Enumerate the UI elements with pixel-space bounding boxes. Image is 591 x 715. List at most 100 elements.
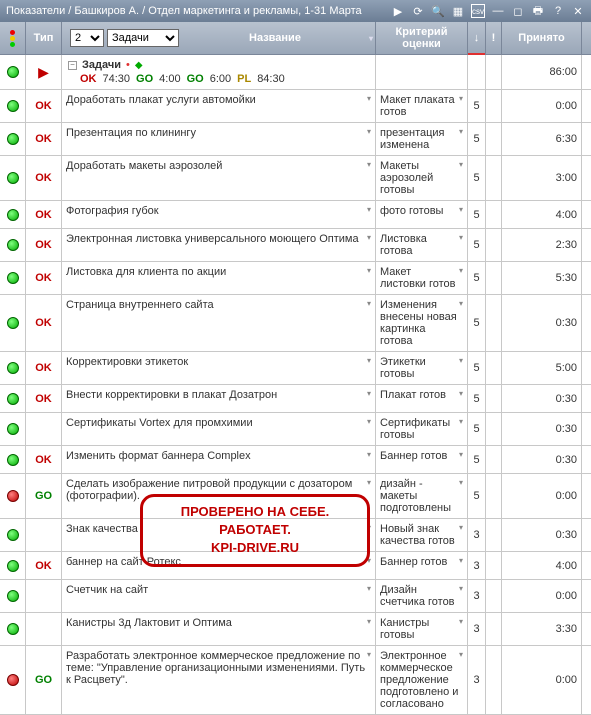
chevron-down-icon[interactable]: ▾	[367, 584, 371, 593]
cell-name[interactable]: Канистры 3д Лактовит и Оптима▾	[62, 613, 376, 645]
chevron-down-icon[interactable]: ▾	[459, 299, 463, 308]
category-select[interactable]: Задачи	[107, 29, 179, 47]
cell-crit[interactable]: Электронное коммерческое предложение под…	[376, 646, 468, 714]
header-excl[interactable]: !	[486, 22, 502, 54]
table-row[interactable]: OKФотография губок▾фото готовы▾54:00	[0, 201, 591, 229]
cell-name[interactable]: Счетчик на сайт▾	[62, 580, 376, 612]
sort-icon[interactable]: ▾	[369, 34, 373, 43]
chevron-down-icon[interactable]: ▾	[459, 160, 463, 169]
play-icon[interactable]: ▶	[391, 4, 405, 18]
cell-name[interactable]: −Задачи•◆OK74:30GO4:00GO6:00PL84:30	[62, 55, 376, 89]
chevron-down-icon[interactable]: ▾	[459, 617, 463, 626]
chevron-down-icon[interactable]: ▾	[459, 266, 463, 275]
chevron-down-icon[interactable]: ▾	[459, 205, 463, 214]
header-type[interactable]: Тип	[26, 22, 62, 54]
cell-name[interactable]: Корректировки этикеток▾	[62, 352, 376, 384]
cell-crit[interactable]: Плакат готов▾	[376, 385, 468, 412]
chevron-down-icon[interactable]: ▾	[367, 356, 371, 365]
table-row[interactable]: OKДоработать макеты аэрозолей▾Макеты аэр…	[0, 156, 591, 201]
window-icon[interactable]: ◻	[511, 4, 525, 18]
cell-name[interactable]: Презентация по клинингу▾	[62, 123, 376, 155]
chevron-down-icon[interactable]: ▾	[459, 478, 463, 487]
chevron-down-icon[interactable]: ▾	[459, 450, 463, 459]
cell-name[interactable]: Фотография губок▾	[62, 201, 376, 228]
chevron-down-icon[interactable]: ▾	[367, 617, 371, 626]
collapse-icon[interactable]: −	[68, 61, 77, 70]
chevron-down-icon[interactable]: ▾	[459, 650, 463, 659]
chevron-down-icon[interactable]: ▾	[367, 389, 371, 398]
cell-crit[interactable]: презентация изменена▾	[376, 123, 468, 155]
chevron-down-icon[interactable]: ▾	[367, 233, 371, 242]
table-row[interactable]: OKбаннер на сайт Ротекс▾Баннер готов▾34:…	[0, 552, 591, 580]
cell-name[interactable]: Внести корректировки в плакат Дозатрон▾	[62, 385, 376, 412]
chevron-down-icon[interactable]: ▾	[367, 556, 371, 565]
print-icon[interactable]: 🖶	[531, 4, 545, 18]
play-icon[interactable]: ▶	[38, 65, 49, 79]
chevron-down-icon[interactable]: ▾	[459, 417, 463, 426]
cell-name[interactable]: Сделать изображение питровой продукции с…	[62, 474, 376, 518]
cell-name[interactable]: Электронная листовка универсального моющ…	[62, 229, 376, 261]
table-row[interactable]: OKСтраница внутреннего сайта▾Изменения в…	[0, 295, 591, 352]
header-name-label[interactable]: Название	[183, 32, 367, 44]
chevron-down-icon[interactable]: ▾	[367, 478, 371, 487]
chevron-down-icon[interactable]: ▾	[459, 356, 463, 365]
chevron-down-icon[interactable]: ▾	[459, 127, 463, 136]
chevron-down-icon[interactable]: ▾	[367, 450, 371, 459]
cell-crit[interactable]: Макет листовки готов▾	[376, 262, 468, 294]
table-row[interactable]: Сертификаты Vortex для промхимии▾Сертифи…	[0, 413, 591, 446]
cell-crit[interactable]: Канистры готовы▾	[376, 613, 468, 645]
cell-name[interactable]: Знак качества▾	[62, 519, 376, 551]
cell-crit[interactable]: фото готовы▾	[376, 201, 468, 228]
refresh-icon[interactable]: ⟳	[411, 4, 425, 18]
cell-crit[interactable]: Макеты аэрозолей готовы▾	[376, 156, 468, 200]
close-icon[interactable]: ✕	[571, 4, 585, 18]
cell-name[interactable]: баннер на сайт Ротекс▾	[62, 552, 376, 579]
cell-name[interactable]: Разработать электронное коммерческое пре…	[62, 646, 376, 714]
table-row[interactable]: OKДоработать плакат услуги автомойки▾Мак…	[0, 90, 591, 123]
minimize-icon[interactable]: —	[491, 4, 505, 18]
table-row[interactable]: GOСделать изображение питровой продукции…	[0, 474, 591, 519]
cell-name[interactable]: Изменить формат баннера Complex▾	[62, 446, 376, 473]
cell-crit[interactable]: Новый знак качества готов▾	[376, 519, 468, 551]
cell-name[interactable]: Доработать макеты аэрозолей▾	[62, 156, 376, 200]
chevron-down-icon[interactable]: ▾	[459, 94, 463, 103]
cell-name[interactable]: Страница внутреннего сайта▾	[62, 295, 376, 351]
grid-icon[interactable]: ▦	[451, 4, 465, 18]
level-select[interactable]: 2	[70, 29, 104, 47]
table-row[interactable]: OKЭлектронная листовка универсального мо…	[0, 229, 591, 262]
table-row[interactable]: OKИзменить формат баннера Complex▾Баннер…	[0, 446, 591, 474]
chevron-down-icon[interactable]: ▾	[367, 299, 371, 308]
table-row[interactable]: OKКорректировки этикеток▾Этикетки готовы…	[0, 352, 591, 385]
chevron-down-icon[interactable]: ▾	[459, 523, 463, 532]
help-icon[interactable]: ?	[551, 4, 565, 18]
cell-crit[interactable]: Дизайн счетчика готов▾	[376, 580, 468, 612]
cell-crit[interactable]: Баннер готов▾	[376, 552, 468, 579]
cell-crit[interactable]: Макет плаката готов▾	[376, 90, 468, 122]
cell-name[interactable]: Доработать плакат услуги автомойки▾	[62, 90, 376, 122]
chevron-down-icon[interactable]: ▾	[367, 160, 371, 169]
chevron-down-icon[interactable]: ▾	[367, 417, 371, 426]
cell-crit[interactable]: Сертификаты готовы▾	[376, 413, 468, 445]
table-row[interactable]: OKЛистовка для клиента по акции▾Макет ли…	[0, 262, 591, 295]
cell-crit[interactable]: Изменения внесены новая картинка готова▾	[376, 295, 468, 351]
header-accepted[interactable]: Принято	[502, 22, 582, 54]
table-row[interactable]: OKВнести корректировки в плакат Дозатрон…	[0, 385, 591, 413]
header-light[interactable]	[0, 22, 26, 54]
table-row[interactable]: OKПрезентация по клинингу▾презентация из…	[0, 123, 591, 156]
cell-crit[interactable]: дизайн - макеты подготовлены▾	[376, 474, 468, 518]
search-icon[interactable]: 🔍	[431, 4, 445, 18]
chevron-down-icon[interactable]: ▾	[367, 94, 371, 103]
header-arrow[interactable]: ↓	[468, 22, 486, 54]
cell-crit[interactable]: Баннер готов▾	[376, 446, 468, 473]
cell-name[interactable]: Сертификаты Vortex для промхимии▾	[62, 413, 376, 445]
chevron-down-icon[interactable]: ▾	[367, 650, 371, 659]
cell-crit[interactable]: Этикетки готовы▾	[376, 352, 468, 384]
table-row[interactable]: Канистры 3д Лактовит и Оптима▾Канистры г…	[0, 613, 591, 646]
chevron-down-icon[interactable]: ▾	[459, 556, 463, 565]
chevron-down-icon[interactable]: ▾	[459, 584, 463, 593]
chevron-down-icon[interactable]: ▾	[367, 127, 371, 136]
table-row[interactable]: GOРазработать электронное коммерческое п…	[0, 646, 591, 715]
cell-crit[interactable]: Листовка готова▾	[376, 229, 468, 261]
table-row[interactable]: Счетчик на сайт▾Дизайн счетчика готов▾30…	[0, 580, 591, 613]
csv-icon[interactable]: csv	[471, 4, 485, 18]
